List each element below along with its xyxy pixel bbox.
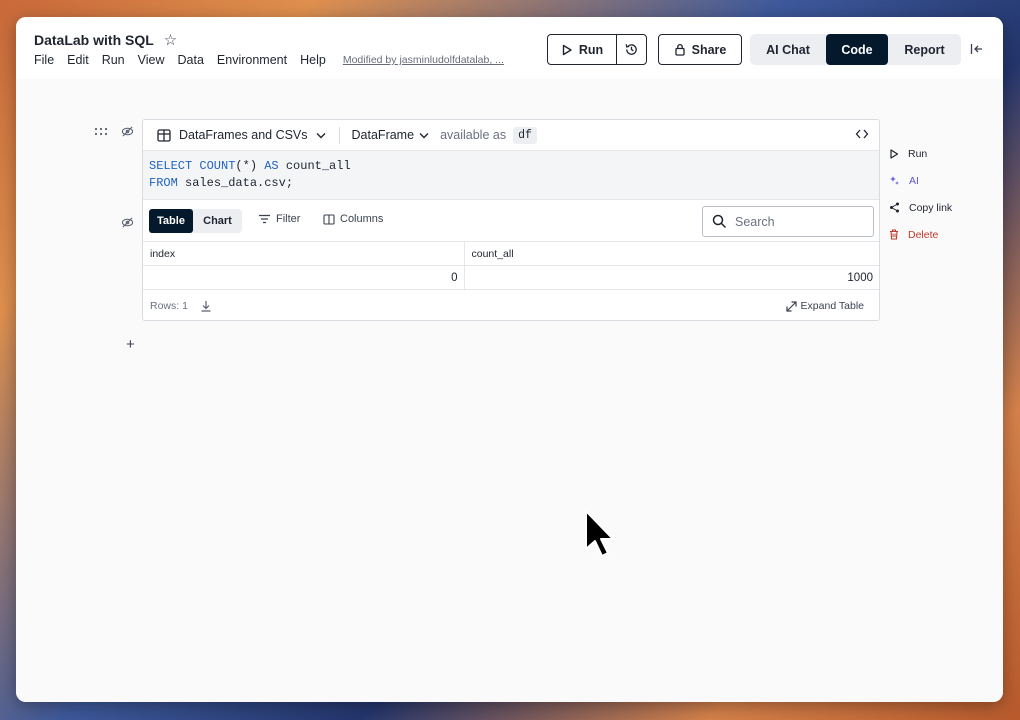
- table-icon: [157, 128, 171, 142]
- tab-chart[interactable]: Chart: [193, 209, 242, 233]
- column-header-index[interactable]: index: [143, 241, 465, 266]
- add-cell-icon[interactable]: +: [126, 336, 135, 353]
- sql-cell: DataFrames and CSVs DataFrame available …: [142, 119, 880, 321]
- sql-text: (*): [235, 159, 265, 173]
- row-count: Rows: 1: [150, 300, 188, 312]
- drag-handle-icon[interactable]: [94, 127, 108, 137]
- chevron-down-icon: [316, 132, 326, 138]
- sql-text: count_all: [278, 159, 351, 173]
- menu-run[interactable]: Run: [102, 53, 125, 67]
- menu-edit[interactable]: Edit: [67, 53, 89, 67]
- table-row: 0 1000: [143, 265, 879, 290]
- mode-ai-chat[interactable]: AI Chat: [750, 34, 826, 65]
- result-table: index count_all 0 1000: [143, 241, 879, 290]
- share-button-label: Share: [691, 42, 727, 57]
- sql-keyword: SELECT COUNT: [149, 159, 236, 173]
- search-input[interactable]: [735, 214, 865, 229]
- code-brackets-icon[interactable]: [855, 128, 869, 140]
- run-history-button[interactable]: [617, 35, 646, 64]
- hide-code-icon[interactable]: [121, 125, 134, 138]
- view-mode-toggle: AI Chat Code Report: [750, 34, 961, 65]
- action-ai-label: AI: [909, 174, 919, 187]
- table-footer: Rows: 1 Expand Table: [143, 291, 879, 321]
- sql-code-editor[interactable]: SELECT COUNT(*) AS count_all FROM sales_…: [143, 151, 879, 200]
- menu-help[interactable]: Help: [300, 53, 326, 67]
- action-run-label: Run: [908, 147, 928, 160]
- filter-label: Filter: [276, 213, 301, 225]
- columns-label: Columns: [340, 213, 384, 225]
- filter-icon: [259, 214, 270, 224]
- chevron-down-icon: [419, 132, 429, 138]
- collapse-panel-icon[interactable]: [969, 41, 985, 57]
- data-source-label: DataFrames and CSVs: [179, 128, 308, 142]
- action-delete-label: Delete: [908, 228, 939, 241]
- notebook-area: DataFrames and CSVs DataFrame available …: [16, 79, 1003, 702]
- menu-view[interactable]: View: [138, 53, 165, 67]
- table-cell[interactable]: 0: [143, 265, 465, 290]
- menu-file[interactable]: File: [34, 53, 54, 67]
- output-type-label: DataFrame: [351, 128, 415, 142]
- history-icon: [625, 44, 637, 55]
- dataframe-name-badge[interactable]: df: [513, 126, 537, 144]
- action-run[interactable]: Run: [889, 140, 952, 167]
- action-ai[interactable]: AI: [889, 167, 952, 194]
- search-icon: [712, 214, 727, 229]
- hide-output-icon[interactable]: [121, 216, 134, 229]
- available-as-label: available as: [440, 128, 507, 142]
- trash-icon: [890, 229, 898, 240]
- table-header-row: index count_all: [143, 241, 879, 266]
- run-button[interactable]: Run: [548, 35, 617, 64]
- share-icon: [890, 202, 899, 213]
- header-divider: [338, 126, 340, 144]
- modified-by-link[interactable]: Modified by jasminludolfdatalab, ...: [343, 54, 504, 66]
- download-icon[interactable]: [200, 300, 212, 312]
- tab-table[interactable]: Table: [149, 209, 193, 233]
- sql-keyword: FROM: [149, 176, 178, 190]
- code-line: FROM sales_data.csv;: [149, 175, 879, 192]
- output-view-toggle: Table Chart: [149, 209, 242, 233]
- columns-button[interactable]: Columns: [323, 213, 383, 225]
- run-button-group: Run: [547, 34, 647, 65]
- sql-keyword: AS: [264, 159, 279, 173]
- table-search[interactable]: [702, 206, 874, 237]
- share-button[interactable]: Share: [658, 34, 742, 65]
- action-copy-link[interactable]: Copy link: [889, 194, 952, 221]
- expand-icon: [785, 300, 797, 312]
- menu-data[interactable]: Data: [178, 53, 204, 67]
- play-icon: [562, 44, 572, 55]
- columns-icon: [323, 213, 335, 225]
- sparkle-icon: [890, 176, 899, 185]
- mode-report[interactable]: Report: [888, 34, 961, 65]
- mode-code[interactable]: Code: [826, 34, 888, 65]
- expand-table-label: Expand Table: [800, 300, 864, 312]
- notebook-title-text[interactable]: DataLab with SQL: [34, 32, 154, 48]
- cell-header: DataFrames and CSVs DataFrame available …: [143, 120, 879, 151]
- action-delete[interactable]: Delete: [889, 221, 952, 248]
- action-copy-link-label: Copy link: [909, 201, 953, 214]
- star-icon[interactable]: ☆: [164, 31, 177, 49]
- mouse-cursor-icon: [585, 510, 614, 557]
- output-type-selector[interactable]: DataFrame: [352, 128, 430, 142]
- menu-environment[interactable]: Environment: [217, 53, 287, 67]
- play-icon: [890, 148, 899, 159]
- app-window: DataLab with SQL ☆ File Edit Run View Da…: [16, 17, 1003, 702]
- cell-actions-menu: Run AI Copy link Delete: [889, 140, 952, 248]
- code-line: SELECT COUNT(*) AS count_all: [149, 158, 879, 175]
- table-cell[interactable]: 1000: [464, 265, 879, 290]
- filter-button[interactable]: Filter: [258, 213, 300, 225]
- lock-icon: [674, 43, 685, 56]
- top-bar: DataLab with SQL ☆ File Edit Run View Da…: [16, 17, 1003, 79]
- notebook-title[interactable]: DataLab with SQL ☆: [34, 31, 177, 49]
- data-source-selector[interactable]: DataFrames and CSVs: [143, 128, 326, 142]
- sql-text: sales_data.csv;: [177, 176, 294, 190]
- run-button-label: Run: [578, 42, 604, 57]
- expand-table-button[interactable]: Expand Table: [785, 300, 864, 312]
- menu-bar: File Edit Run View Data Environment Help…: [34, 53, 504, 67]
- output-toolbar: Table Chart Filter Columns: [143, 201, 879, 239]
- column-header-count-all[interactable]: count_all: [464, 241, 879, 266]
